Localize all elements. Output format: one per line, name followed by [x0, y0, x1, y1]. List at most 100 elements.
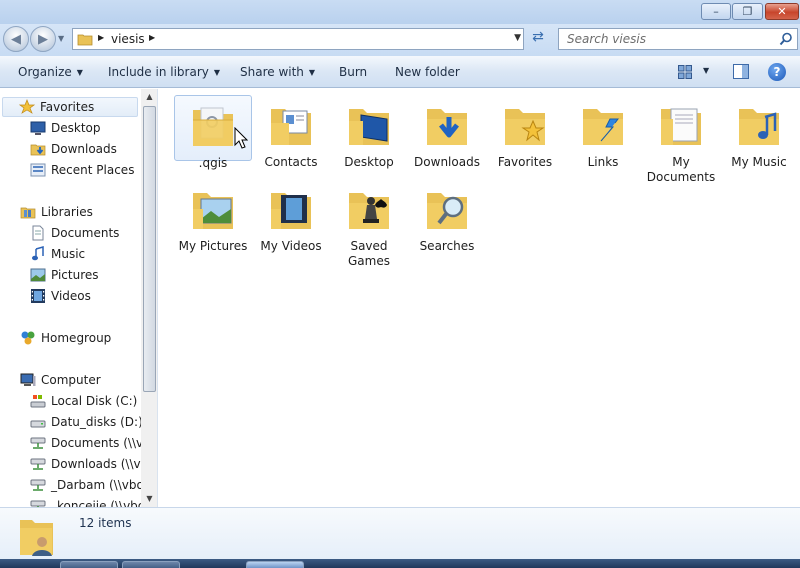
network-drive-icon	[30, 498, 46, 507]
folder-label: Desktop	[344, 155, 394, 169]
folder-item[interactable]: My Music	[720, 95, 798, 170]
nav-net-documents[interactable]: Documents (\\vb	[30, 433, 151, 453]
include-in-library-button[interactable]: Include in library ▼	[108, 65, 220, 79]
folder-label: Downloads	[414, 155, 480, 169]
nav-net-darbam[interactable]: _Darbam (\\vbox	[30, 475, 151, 495]
downloads-icon	[30, 141, 46, 157]
organize-button[interactable]: Organize ▼	[18, 65, 83, 79]
folder-item[interactable]: My Pictures	[174, 179, 252, 254]
burn-button[interactable]: Burn	[339, 65, 367, 79]
libraries-icon	[20, 204, 36, 220]
nav-label: Documents	[51, 226, 120, 240]
drive-icon	[30, 414, 46, 430]
nav-datu-disks[interactable]: Datu_disks (D:)	[30, 412, 143, 432]
nav-music[interactable]: Music	[30, 244, 85, 264]
search-input[interactable]: Search viesis	[558, 28, 798, 50]
taskbar-button[interactable]	[60, 561, 118, 568]
folder-label: Contacts	[264, 155, 318, 169]
folder-item[interactable]: Downloads	[408, 95, 486, 170]
folder-label: My Documents	[646, 155, 716, 184]
chevron-right-icon[interactable]: ▶	[149, 33, 155, 42]
nav-label: Documents (\\vb	[51, 436, 151, 450]
saved-games-folder-icon	[349, 193, 389, 229]
file-list: .qgis Contacts Desktop Downloads Favorit…	[159, 89, 800, 507]
scroll-thumb[interactable]	[143, 106, 156, 392]
nav-scrollbar[interactable]: ▲ ▼	[141, 89, 157, 507]
title-bar: – ❐ ✕	[0, 0, 800, 24]
nav-recent-places[interactable]: Recent Places	[30, 160, 134, 180]
maximize-button[interactable]: ❐	[732, 3, 763, 20]
recent-places-icon	[30, 162, 46, 178]
computer-icon	[20, 372, 36, 388]
documents-folder-icon	[661, 108, 701, 145]
folder-item[interactable]: Contacts	[252, 95, 330, 170]
nav-documents[interactable]: Documents	[30, 223, 119, 243]
chevron-down-icon: ▼	[213, 68, 221, 77]
qgis-folder-icon	[193, 107, 233, 146]
search-icon[interactable]	[779, 32, 793, 46]
folder-label: My Music	[731, 155, 787, 169]
nav-label: Recent Places	[51, 163, 135, 177]
scroll-down-arrow-icon[interactable]: ▼	[141, 491, 157, 507]
videos-folder-icon	[271, 193, 311, 229]
desktop-icon	[30, 120, 46, 136]
downloads-folder-icon	[427, 109, 467, 145]
views-dropdown[interactable]: ▼	[703, 66, 709, 75]
item-count: 12 items	[79, 516, 132, 530]
chevron-right-icon[interactable]: ▶	[98, 33, 104, 42]
taskbar	[0, 559, 800, 568]
nav-label: Libraries	[41, 205, 93, 219]
search-placeholder: Search viesis	[567, 32, 646, 46]
nav-pictures[interactable]: Pictures	[30, 265, 99, 285]
minimize-button[interactable]: –	[701, 3, 731, 20]
folder-item[interactable]: My Videos	[252, 179, 330, 254]
network-drive-icon	[30, 477, 46, 493]
folder-label: Searches	[419, 239, 475, 253]
user-folder-icon	[20, 520, 53, 556]
folder-item[interactable]: Favorites	[486, 95, 564, 170]
nav-label: _koncejie (\\vbox	[51, 499, 152, 507]
nav-net-koncejie[interactable]: _koncejie (\\vbox	[30, 496, 152, 507]
refresh-icon: ⇄	[532, 29, 544, 45]
nav-homegroup[interactable]: Homegroup	[20, 328, 111, 348]
folder-label: .qgis	[198, 156, 228, 170]
refresh-button[interactable]: ⇄	[527, 29, 549, 49]
nav-videos[interactable]: Videos	[30, 286, 91, 306]
nav-label: Music	[51, 247, 86, 261]
address-path[interactable]: viesis	[111, 32, 145, 46]
homegroup-icon	[20, 330, 36, 346]
forward-button[interactable]: ▶	[30, 26, 56, 52]
contacts-folder-icon	[271, 109, 311, 145]
taskbar-button[interactable]	[246, 561, 304, 568]
nav-local-disk[interactable]: Local Disk (C:)	[30, 391, 137, 411]
new-folder-button[interactable]: New folder	[395, 65, 460, 79]
address-bar[interactable]: ▶ viesis ▶ ▼	[72, 28, 524, 50]
folder-item[interactable]: Links	[564, 95, 642, 170]
nav-libraries[interactable]: Libraries	[20, 202, 93, 222]
preview-pane-icon[interactable]	[733, 64, 749, 79]
folder-item[interactable]: Saved Games	[330, 179, 408, 269]
nav-desktop[interactable]: Desktop	[30, 118, 101, 138]
nav-net-downloads[interactable]: Downloads (\\vb	[30, 454, 148, 474]
nav-computer[interactable]: Computer	[20, 370, 101, 390]
back-button[interactable]: ◀	[3, 26, 29, 52]
folder-item[interactable]: Searches	[408, 179, 486, 254]
folder-item[interactable]: My Documents	[642, 95, 720, 185]
address-dropdown[interactable]: ▼	[514, 33, 521, 43]
share-with-button[interactable]: Share with ▼	[240, 65, 315, 79]
nav-downloads[interactable]: Downloads	[30, 139, 117, 159]
views-icon[interactable]	[678, 65, 692, 79]
nav-label: Datu_disks (D:)	[51, 415, 143, 429]
navigation-pane: Favorites Desktop Downloads Recent Place…	[0, 89, 158, 507]
recent-pages-dropdown[interactable]: ▼	[58, 34, 68, 44]
share-with-label: Share with	[240, 65, 304, 79]
searches-folder-icon	[427, 193, 467, 229]
close-button[interactable]: ✕	[765, 3, 799, 20]
help-icon[interactable]: ?	[768, 63, 786, 81]
nav-favorites[interactable]: Favorites	[2, 97, 138, 117]
scroll-up-arrow-icon[interactable]: ▲	[141, 89, 157, 105]
taskbar-button[interactable]	[122, 561, 180, 568]
folder-icon	[77, 34, 93, 46]
folder-item[interactable]: Desktop	[330, 95, 408, 170]
pictures-folder-icon	[193, 193, 233, 229]
